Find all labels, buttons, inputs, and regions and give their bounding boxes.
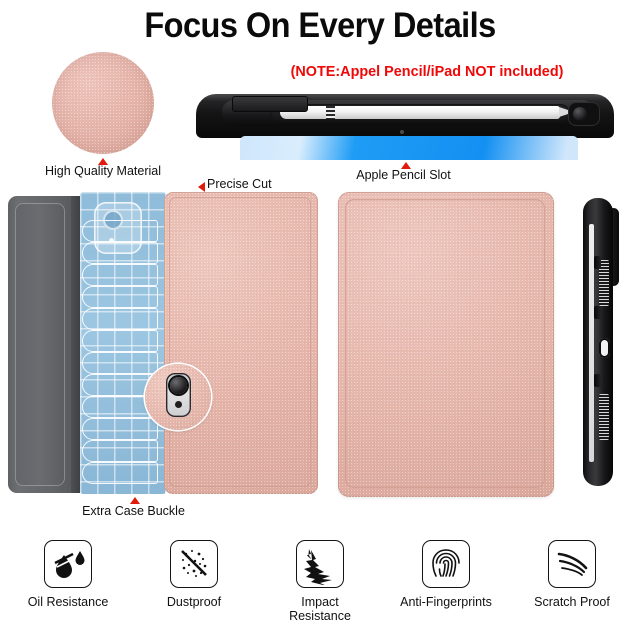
feature-label: Scratch Proof: [534, 595, 610, 609]
disclaimer-note: (NOTE:Appel Pencil/iPad NOT included): [290, 63, 564, 80]
case-frame: [196, 94, 614, 138]
buckle-band: [82, 220, 158, 242]
case-buckle-marker-icon: [130, 497, 140, 504]
scratch-arcs-icon: [548, 540, 596, 588]
precise-cut-caption: Precise Cut: [207, 177, 272, 191]
pencil-slot-edge-view: [196, 94, 614, 160]
feature-scratch-proof: Scratch Proof: [526, 540, 618, 640]
buckle-band: [82, 286, 158, 308]
tablet-screen: [240, 136, 578, 160]
camera-flash-icon: [175, 401, 182, 408]
sensor-dot-icon: [400, 130, 404, 134]
flap-clip: [232, 96, 308, 112]
side-button-icon: [594, 306, 601, 319]
camera-module-icon: [166, 373, 191, 417]
camera-lens-icon: [170, 377, 187, 394]
buckle-band: [82, 264, 158, 286]
material-caption: High Quality Material: [44, 164, 161, 178]
texture-overlay: [52, 52, 154, 154]
folio-flap-edge: [71, 196, 80, 493]
buckle-band: [82, 352, 158, 374]
side-button-icon: [594, 374, 601, 387]
buckle-band: [82, 440, 158, 462]
side-button-icon: [594, 256, 601, 269]
speaker-grille-icon: [599, 394, 609, 440]
oil-drop-icon: [44, 540, 92, 588]
feature-label: Dustproof: [166, 595, 222, 609]
case-back-inner-border: [169, 197, 311, 487]
usb-c-port-icon: [599, 338, 610, 358]
buckle-bands: [82, 220, 166, 488]
apple-pencil: [280, 106, 574, 119]
feature-oil-resistance: Oil Resistance: [22, 540, 114, 640]
feature-impact-resistance: Impact Resistance: [274, 540, 366, 640]
dust-slash-icon: [170, 540, 218, 588]
buckle-band: [82, 308, 158, 330]
precise-cut-marker-icon: [198, 182, 205, 192]
feature-dustproof: Dustproof: [148, 540, 240, 640]
camera-cutout-icon: [568, 102, 600, 126]
material-swatch: [52, 52, 154, 154]
feature-label: Oil Resistance: [27, 595, 109, 609]
product-back-view: [338, 192, 554, 497]
feature-label: Impact Resistance: [289, 595, 351, 623]
extra-case-buckle: [80, 192, 166, 494]
feature-label: Anti-Fingerprints: [400, 595, 492, 609]
case-buckle-caption: Extra Case Buckle: [82, 504, 185, 518]
product-open-folio-view: [8, 192, 318, 497]
folio-flap: [8, 196, 80, 493]
buckle-band: [82, 242, 158, 264]
precise-cut-magnifier: [145, 364, 211, 430]
buckle-band: [82, 418, 158, 440]
feature-anti-fingerprints: Anti-Fingerprints: [400, 540, 492, 640]
back-inner-border: [345, 199, 545, 488]
side-case-body: [583, 198, 613, 486]
pencil-slot-caption: Apple Pencil Slot: [356, 168, 451, 182]
feature-icon-row: Oil Resistance Dustproof Impact Resistan…: [0, 540, 640, 640]
case-back-body: [164, 192, 318, 494]
impact-burst-icon: [296, 540, 344, 588]
fingerprint-icon: [422, 540, 470, 588]
folio-flap-panel: [15, 203, 65, 486]
page-title: Focus On Every Details: [144, 6, 496, 45]
product-side-edge-view: [578, 198, 624, 486]
buckle-band: [82, 330, 158, 352]
pencil-band: [326, 106, 335, 119]
buckle-band: [82, 462, 158, 484]
